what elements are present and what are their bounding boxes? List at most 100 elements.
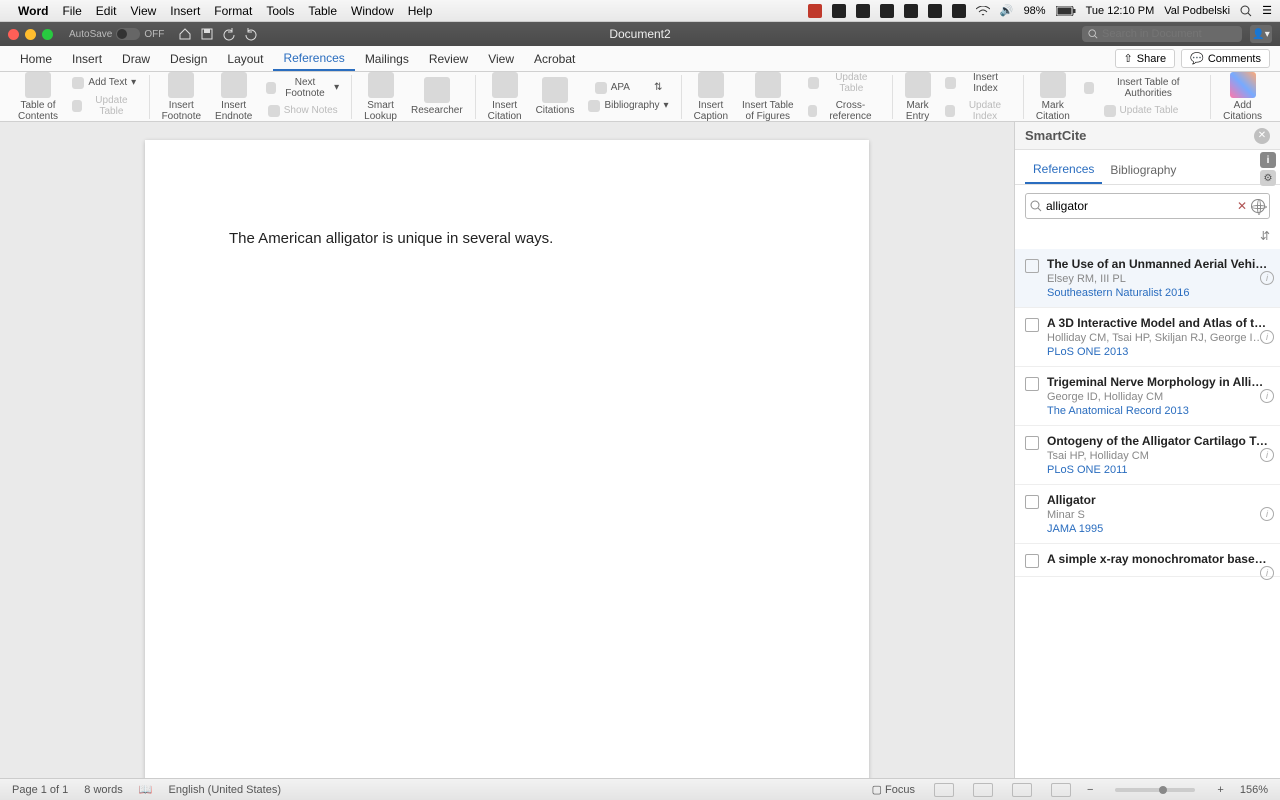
spellcheck-icon[interactable]: 📖 — [139, 783, 153, 796]
insert-citation-button[interactable]: Insert Citation — [484, 70, 526, 124]
update-table2-button[interactable]: Update Table — [804, 70, 884, 96]
document-scroll[interactable]: The American alligator is unique in seve… — [0, 122, 1014, 778]
mark-entry-button[interactable]: Mark Entry — [901, 70, 935, 124]
home-icon[interactable] — [178, 27, 192, 41]
bibliography-button[interactable]: Bibliography▾ — [584, 98, 672, 114]
menu-help[interactable]: Help — [408, 4, 433, 18]
cross-reference-button[interactable]: Cross-reference — [804, 98, 884, 124]
menu-edit[interactable]: Edit — [96, 4, 117, 18]
result-checkbox[interactable] — [1025, 318, 1039, 332]
menu-file[interactable]: File — [62, 4, 81, 18]
result-checkbox[interactable] — [1025, 554, 1039, 568]
search-document-input[interactable] — [1102, 28, 1236, 40]
next-footnote-button[interactable]: Next Footnote▾ — [262, 75, 343, 101]
clock[interactable]: Tue 12:10 PM — [1086, 5, 1155, 17]
tab-review[interactable]: Review — [419, 46, 478, 71]
focus-mode-button[interactable]: ▢ Focus — [872, 783, 915, 796]
result-info-button[interactable]: i — [1260, 566, 1274, 580]
smartcite-add-citations-button[interactable]: Add Citations — [1219, 70, 1266, 124]
result-info-button[interactable]: i — [1260, 330, 1274, 344]
view-print-button[interactable] — [934, 783, 954, 797]
tray-icon[interactable] — [856, 4, 870, 18]
gear-icon[interactable]: ⚙ — [1260, 170, 1276, 186]
clear-search-button[interactable]: ✕ — [1237, 199, 1247, 213]
result-info-button[interactable]: i — [1260, 389, 1274, 403]
insert-footnote-button[interactable]: Insert Footnote — [158, 70, 205, 124]
web-search-icon[interactable] — [1251, 199, 1265, 213]
reference-result[interactable]: Trigeminal Nerve Morphology in Alligat…G… — [1015, 367, 1280, 426]
save-icon[interactable] — [200, 27, 214, 41]
result-checkbox[interactable] — [1025, 495, 1039, 509]
zoom-in-button[interactable]: + — [1217, 784, 1223, 796]
page-indicator[interactable]: Page 1 of 1 — [12, 784, 68, 796]
update-index-button[interactable]: Update Index — [941, 98, 1015, 124]
tab-references[interactable]: References — [273, 46, 354, 71]
battery-icon[interactable] — [1056, 6, 1076, 16]
tray-icon[interactable] — [808, 4, 822, 18]
menu-insert[interactable]: Insert — [170, 4, 200, 18]
view-draft-button[interactable] — [1051, 783, 1071, 797]
search-icon[interactable] — [1240, 5, 1252, 17]
insert-tof-button[interactable]: Insert Table of Figures — [738, 70, 798, 124]
view-web-button[interactable] — [973, 783, 993, 797]
tray-icon[interactable] — [928, 4, 942, 18]
language-indicator[interactable]: English (United States) — [169, 784, 282, 796]
tab-mailings[interactable]: Mailings — [355, 46, 419, 71]
update-table-button[interactable]: Update Table — [68, 93, 141, 119]
tray-icon[interactable] — [904, 4, 918, 18]
word-count[interactable]: 8 words — [84, 784, 123, 796]
zoom-level[interactable]: 156% — [1240, 784, 1268, 796]
table-of-contents-button[interactable]: Table of Contents — [14, 70, 62, 124]
tab-layout[interactable]: Layout — [217, 46, 273, 71]
zoom-slider[interactable] — [1115, 788, 1195, 792]
reference-result[interactable]: A simple x-ray monochromator based …i — [1015, 544, 1280, 577]
reference-result[interactable]: Ontogeny of the Alligator Cartilago Tra…… — [1015, 426, 1280, 485]
tray-icon[interactable] — [880, 4, 894, 18]
result-checkbox[interactable] — [1025, 259, 1039, 273]
tab-view[interactable]: View — [478, 46, 524, 71]
menu-view[interactable]: View — [130, 4, 156, 18]
tab-design[interactable]: Design — [160, 46, 217, 71]
search-document-box[interactable] — [1082, 26, 1242, 42]
tab-home[interactable]: Home — [10, 46, 62, 71]
researcher-button[interactable]: Researcher — [407, 75, 467, 118]
reference-result[interactable]: AlligatorMinar SJAMA 1995i — [1015, 485, 1280, 544]
insert-endnote-button[interactable]: Insert Endnote — [211, 70, 256, 124]
comments-button[interactable]: 💬Comments — [1181, 49, 1270, 68]
redo-icon[interactable] — [244, 27, 258, 41]
share-button[interactable]: ⇧Share — [1115, 49, 1176, 68]
user-name[interactable]: Val Podbelski — [1164, 5, 1230, 17]
menu-icon[interactable]: ☰ — [1262, 4, 1272, 17]
menu-window[interactable]: Window — [351, 4, 394, 18]
citations-button[interactable]: Citations — [532, 75, 579, 118]
reference-result[interactable]: The Use of an Unmanned Aerial Vehicl…Els… — [1015, 249, 1280, 308]
account-button[interactable]: 👤▾ — [1250, 25, 1272, 43]
show-notes-button[interactable]: Show Notes — [262, 103, 343, 119]
panel-tab-references[interactable]: References — [1025, 156, 1102, 184]
panel-close-button[interactable]: ✕ — [1254, 128, 1270, 144]
insert-caption-button[interactable]: Insert Caption — [690, 70, 732, 124]
menu-tools[interactable]: Tools — [266, 4, 294, 18]
tray-icon[interactable] — [832, 4, 846, 18]
results-list[interactable]: The Use of an Unmanned Aerial Vehicl…Els… — [1015, 249, 1280, 778]
citation-style-select[interactable]: APA⇅ — [584, 80, 672, 96]
result-info-button[interactable]: i — [1260, 271, 1274, 285]
window-zoom-button[interactable] — [42, 29, 53, 40]
tray-icon[interactable] — [952, 4, 966, 18]
menu-format[interactable]: Format — [214, 4, 252, 18]
tab-draw[interactable]: Draw — [112, 46, 160, 71]
tab-acrobat[interactable]: Acrobat — [524, 46, 585, 71]
sort-icon[interactable]: ⇵ — [1260, 229, 1270, 243]
panel-tab-bibliography[interactable]: Bibliography — [1102, 157, 1184, 183]
window-close-button[interactable] — [8, 29, 19, 40]
volume-icon[interactable]: 🔊 — [1000, 4, 1014, 17]
result-info-button[interactable]: i — [1260, 448, 1274, 462]
mark-citation-button[interactable]: Mark Citation — [1032, 70, 1074, 124]
toggle-pill[interactable] — [116, 28, 140, 40]
info-icon[interactable]: i — [1260, 152, 1276, 168]
document-text[interactable]: The American alligator is unique in seve… — [229, 230, 553, 247]
result-checkbox[interactable] — [1025, 436, 1039, 450]
window-minimize-button[interactable] — [25, 29, 36, 40]
document-page[interactable]: The American alligator is unique in seve… — [145, 140, 869, 778]
result-checkbox[interactable] — [1025, 377, 1039, 391]
